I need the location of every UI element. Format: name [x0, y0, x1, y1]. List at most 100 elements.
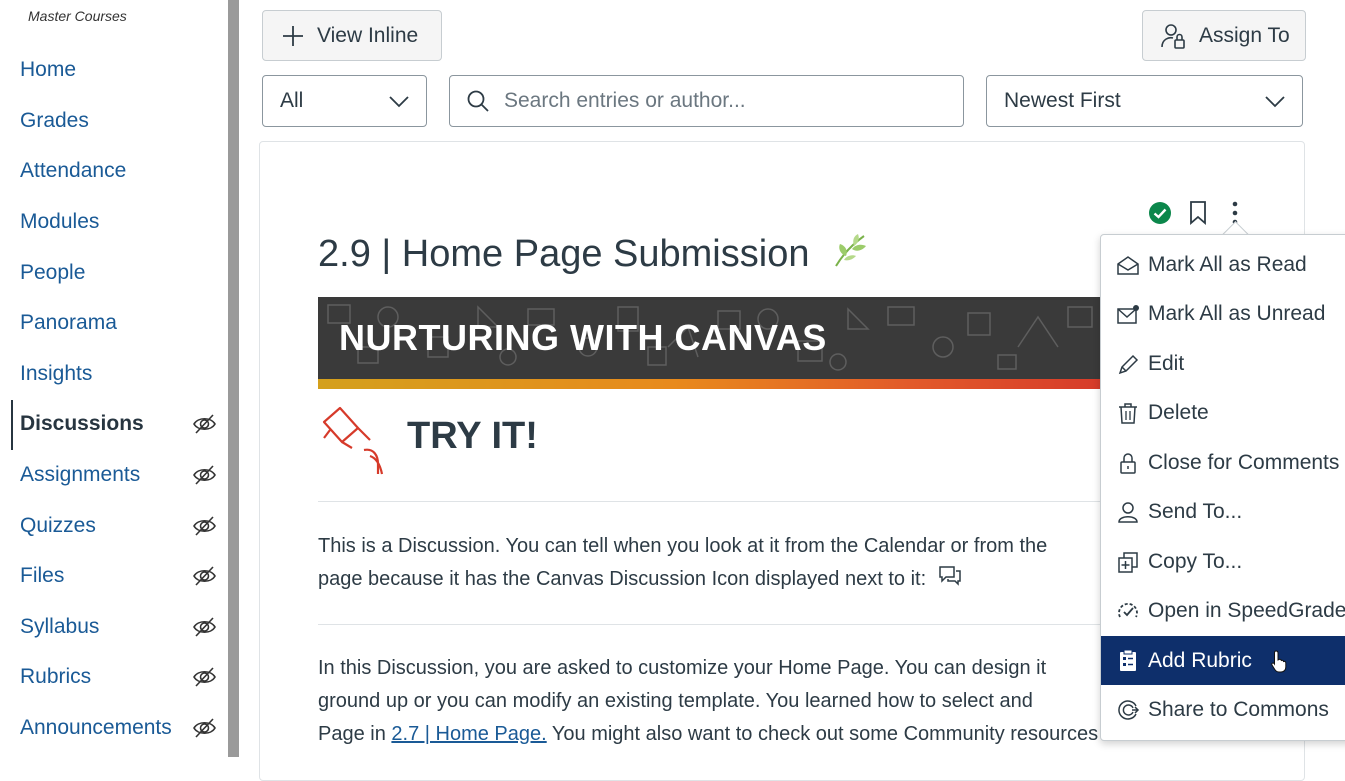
menu-item-mark-all-read[interactable]: Mark All as Read [1101, 240, 1345, 289]
eye-slash-icon [193, 718, 216, 738]
menu-item-label: Delete [1148, 400, 1209, 424]
search-input[interactable]: Search entries or author... [449, 75, 964, 127]
view-inline-button[interactable]: View Inline [262, 10, 442, 61]
eye-slash-icon [193, 465, 216, 485]
sidebar-item-label: Panorama [20, 311, 117, 334]
discussion-title: 2.9 | Home Page Submission [318, 232, 870, 276]
view-inline-label: View Inline [317, 23, 419, 47]
sidebar-item-attendance[interactable]: Attendance [0, 151, 228, 191]
menu-item-delete[interactable]: Delete [1101, 388, 1345, 437]
sidebar-item-label: Files [20, 564, 65, 587]
sidebar-item-modules[interactable]: Modules [0, 202, 228, 242]
menu-item-edit[interactable]: Edit [1101, 339, 1345, 388]
chevron-down-icon [1265, 96, 1285, 108]
sidebar-item-rubrics[interactable]: Rubrics [0, 657, 228, 697]
divider [318, 624, 1108, 625]
sidebar-item-announcements[interactable]: Announcements [0, 708, 228, 748]
menu-item-label: Add Rubric [1148, 648, 1252, 672]
home-page-link[interactable]: 2.7 | Home Page. [391, 723, 546, 745]
menu-item-label: Send To... [1148, 499, 1243, 523]
copy-icon [1118, 551, 1138, 573]
sidebar-scrollbar[interactable] [228, 0, 239, 757]
menu-item-copy-to[interactable]: Copy To... [1101, 537, 1345, 586]
eye-slash-icon [193, 414, 216, 434]
course-nav-sidebar: Master Courses Home Grades Attendance Mo… [0, 0, 228, 757]
rubric-icon [1120, 649, 1136, 671]
envelope-open-icon [1117, 255, 1139, 275]
sidebar-item-discussions[interactable]: Discussions [0, 400, 228, 450]
speedgrader-icon [1118, 602, 1138, 617]
sidebar-item-syllabus[interactable]: Syllabus [0, 607, 228, 647]
instructions-line-3-post: You might also want to check out some Co… [546, 723, 1166, 745]
intro-line-1: This is a Discussion. You can tell when … [318, 535, 1048, 557]
search-placeholder: Search entries or author... [504, 89, 746, 112]
banner-stripe [318, 379, 1108, 389]
lock-icon [1120, 452, 1136, 474]
section-label: Master Courses [28, 8, 127, 24]
eye-slash-icon [193, 667, 216, 687]
commons-icon [1118, 699, 1140, 720]
divider [318, 501, 1108, 502]
bookmark-icon[interactable] [1189, 201, 1207, 225]
sidebar-item-label: Syllabus [20, 615, 100, 638]
pencil-icon [1118, 354, 1139, 374]
intro-line-2-wrapper: page because it has the Canvas Discussio… [318, 563, 1148, 596]
menu-item-label: Close for Comments [1148, 450, 1340, 474]
sidebar-item-label: Insights [20, 362, 93, 385]
instructions-line-3-pre: Page in [318, 723, 386, 745]
sidebar-item-label: Quizzes [20, 514, 96, 537]
sidebar-item-label: Rubrics [20, 665, 92, 688]
sidebar-item-label: People [20, 261, 86, 284]
sort-select[interactable]: Newest First [986, 75, 1303, 127]
course-banner: NURTURING WITH CANVAS [318, 297, 1108, 389]
discussion-options-menu: Mark All as Read Mark All as Unread Edit… [1100, 234, 1345, 741]
sidebar-item-files[interactable]: Files [0, 556, 228, 596]
menu-item-label: Edit [1148, 351, 1185, 375]
menu-item-mark-all-unread[interactable]: Mark All as Unread [1101, 289, 1345, 338]
sidebar-item-grades[interactable]: Grades [0, 101, 228, 141]
sidebar-item-label: Attendance [20, 159, 127, 182]
menu-item-label: Copy To... [1148, 549, 1243, 573]
menu-item-open-in-speedgrader[interactable]: Open in SpeedGrader [1101, 586, 1345, 635]
user-icon [1118, 501, 1138, 523]
watering-can-icon [322, 406, 384, 475]
sidebar-item-label: Home [20, 58, 77, 81]
assign-to-label: Assign To [1199, 23, 1290, 47]
menu-item-close-for-comments[interactable]: Close for Comments [1101, 438, 1345, 487]
eye-slash-icon [193, 566, 216, 586]
plus-icon [283, 25, 303, 46]
instructions-line-2: ground up or you can modify an existing … [318, 690, 1033, 712]
chevron-down-icon [389, 96, 409, 108]
user-lock-icon [1161, 23, 1185, 49]
pointer-cursor-icon [1271, 649, 1287, 672]
published-check-icon[interactable] [1148, 201, 1172, 225]
assign-to-button[interactable]: Assign To [1142, 10, 1306, 61]
instructions-paragraph: In this Discussion, you are asked to cus… [318, 652, 1166, 751]
leaf-icon [835, 234, 867, 267]
menu-item-label: Mark All as Read [1148, 252, 1307, 276]
sidebar-item-people[interactable]: People [0, 253, 228, 293]
menu-item-label: Open in SpeedGrader [1148, 598, 1345, 622]
sidebar-item-insights[interactable]: Insights [0, 354, 228, 394]
menu-item-label: Mark All as Unread [1148, 301, 1326, 325]
sidebar-item-label: Modules [20, 210, 100, 233]
instructions-line-1: In this Discussion, you are asked to cus… [318, 657, 1047, 679]
sidebar-item-home[interactable]: Home [0, 50, 228, 90]
sidebar-item-label: Grades [20, 109, 89, 132]
discussion-icon [938, 566, 961, 586]
menu-item-share-to-commons[interactable]: Share to Commons [1101, 685, 1345, 734]
sidebar-item-label: Discussions [20, 412, 144, 435]
sidebar-item-panorama[interactable]: Panorama [0, 303, 228, 343]
envelope-unread-icon [1117, 304, 1139, 324]
discussion-title-text: 2.9 | Home Page Submission [318, 233, 810, 275]
instructions-line-3: Page in 2.7 | Home Page. You might also … [318, 718, 1166, 751]
try-it-heading: TRY IT! [407, 415, 538, 457]
intro-line-2: page because it has the Canvas Discussio… [318, 568, 927, 590]
filter-select[interactable]: All [262, 75, 427, 127]
sidebar-item-quizzes[interactable]: Quizzes [0, 506, 228, 546]
banner-title: NURTURING WITH CANVAS [339, 317, 827, 358]
menu-item-add-rubric[interactable]: Add Rubric [1101, 636, 1345, 685]
menu-item-send-to[interactable]: Send To... [1101, 487, 1345, 536]
intro-paragraph: This is a Discussion. You can tell when … [318, 530, 1148, 596]
sidebar-item-assignments[interactable]: Assignments [0, 455, 228, 495]
